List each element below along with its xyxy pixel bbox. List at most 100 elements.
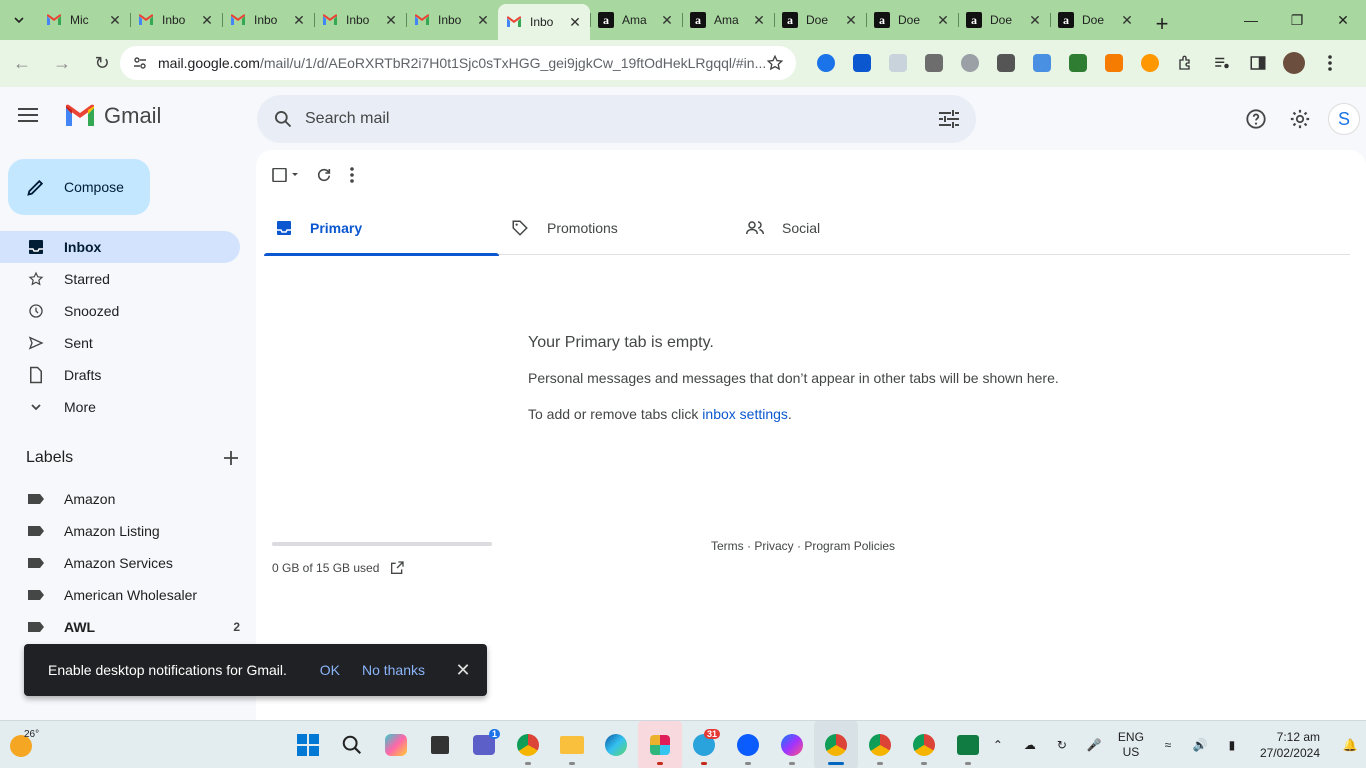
back-button[interactable]: ←: [4, 46, 40, 82]
tab-close-icon[interactable]: ✕: [476, 12, 490, 29]
chrome-profile-m-app[interactable]: [902, 721, 946, 768]
chrome-app[interactable]: [506, 721, 550, 768]
reload-button[interactable]: ↻: [84, 46, 120, 82]
extension-off-icon[interactable]: [916, 46, 952, 80]
tab-close-icon[interactable]: ✕: [844, 12, 858, 29]
refresh-button[interactable]: [316, 164, 332, 186]
tab-close-icon[interactable]: ✕: [568, 14, 582, 31]
start-button[interactable]: [286, 721, 330, 768]
extension-ok-icon[interactable]: [844, 46, 880, 80]
browser-tab[interactable]: a Ama ✕: [590, 4, 682, 36]
extension-icon[interactable]: [1024, 46, 1060, 80]
task-view-app[interactable]: [418, 721, 462, 768]
sidebar-item-inbox[interactable]: Inbox: [0, 231, 240, 263]
browser-tab[interactable]: Mic ✕: [38, 4, 130, 36]
sidebar-item-starred[interactable]: Starred: [0, 263, 240, 295]
search-bar[interactable]: [257, 95, 976, 143]
battery-icon[interactable]: ▮: [1216, 738, 1248, 752]
notification-bell-icon[interactable]: 🔔: [1334, 738, 1366, 752]
messenger-app[interactable]: [770, 721, 814, 768]
privacy-link[interactable]: Privacy: [754, 539, 793, 553]
sidebar-item-sent[interactable]: Sent: [0, 327, 240, 359]
chrome-profile-a-app[interactable]: [858, 721, 902, 768]
extension-globe-icon[interactable]: [952, 46, 988, 80]
select-all-checkbox[interactable]: [272, 164, 298, 186]
browser-tab[interactable]: Inbo ✕: [498, 4, 590, 40]
menu-kebab-icon[interactable]: [1312, 46, 1348, 80]
minimize-button[interactable]: —: [1228, 0, 1274, 40]
chrome-profile-app[interactable]: [814, 721, 858, 768]
browser-tab[interactable]: Inbo ✕: [314, 4, 406, 36]
extension-qr-icon[interactable]: [988, 46, 1024, 80]
label-item[interactable]: Amazon: [0, 483, 240, 515]
extensions-puzzle-icon[interactable]: [1168, 46, 1204, 80]
profile-avatar[interactable]: [1276, 46, 1312, 80]
more-options-button[interactable]: [350, 164, 354, 186]
file-explorer-app[interactable]: [550, 721, 594, 768]
tab-promotions[interactable]: Promotions: [499, 200, 734, 255]
tab-close-icon[interactable]: ✕: [660, 12, 674, 29]
support-button[interactable]: [1234, 97, 1278, 141]
tab-close-icon[interactable]: ✕: [936, 12, 950, 29]
tab-close-icon[interactable]: ✕: [200, 12, 214, 29]
terms-link[interactable]: Terms: [711, 539, 744, 553]
clock[interactable]: 7:12 am 27/02/2024: [1260, 729, 1320, 761]
media-control-icon[interactable]: [1204, 46, 1240, 80]
tab-search-button[interactable]: [0, 0, 38, 40]
tab-close-icon[interactable]: ✕: [384, 12, 398, 29]
bookmark-star-icon[interactable]: [766, 54, 784, 72]
browser-tab[interactable]: Inbo ✕: [130, 4, 222, 36]
close-window-button[interactable]: ✕: [1320, 0, 1366, 40]
add-label-icon[interactable]: [224, 451, 238, 465]
volume-icon[interactable]: 🔊: [1184, 738, 1216, 752]
sidebar-item-more[interactable]: More: [0, 391, 240, 423]
browser-tab[interactable]: a Doe ✕: [958, 4, 1050, 36]
search-input[interactable]: [305, 110, 938, 128]
label-item[interactable]: Amazon Services: [0, 547, 240, 579]
sidebar-item-drafts[interactable]: Drafts: [0, 359, 240, 391]
snackbar-no-thanks-button[interactable]: No thanks: [362, 662, 425, 678]
tab-close-icon[interactable]: ✕: [1028, 12, 1042, 29]
extension-icon[interactable]: [880, 46, 916, 80]
new-tab-button[interactable]: +: [1146, 8, 1178, 40]
tab-social[interactable]: Social: [734, 200, 969, 255]
external-link-icon[interactable]: [389, 560, 405, 576]
tab-close-icon[interactable]: ✕: [292, 12, 306, 29]
edge-app[interactable]: [594, 721, 638, 768]
label-item[interactable]: Amazon Listing: [0, 515, 240, 547]
wifi-icon[interactable]: ≈: [1152, 738, 1184, 752]
zoom-app[interactable]: [726, 721, 770, 768]
search-options-icon[interactable]: [938, 109, 960, 129]
onedrive-icon[interactable]: ☁: [1014, 738, 1046, 752]
settings-button[interactable]: [1278, 97, 1322, 141]
tab-primary[interactable]: Primary: [264, 200, 499, 256]
weather-widget[interactable]: 26°: [10, 729, 39, 759]
snackbar-close-icon[interactable]: ✕: [451, 660, 475, 681]
main-menu-button[interactable]: [18, 107, 54, 131]
label-item[interactable]: AWL 2: [0, 611, 240, 643]
sync-icon[interactable]: ↻: [1046, 738, 1078, 752]
account-button[interactable]: S: [1322, 97, 1366, 141]
extension-icon[interactable]: [808, 46, 844, 80]
browser-tab[interactable]: Inbo ✕: [222, 4, 314, 36]
telegram-app[interactable]: 31: [682, 721, 726, 768]
browser-tab[interactable]: a Doe ✕: [1050, 4, 1142, 36]
tab-close-icon[interactable]: ✕: [108, 12, 122, 29]
extension-rs-icon[interactable]: [1060, 46, 1096, 80]
restore-button[interactable]: ❐: [1274, 0, 1320, 40]
browser-tab[interactable]: a Ama ✕: [682, 4, 774, 36]
address-bar[interactable]: mail.google.com/mail/u/1/d/AEoRXRTbR2i7H…: [120, 46, 796, 80]
sidebar-item-snoozed[interactable]: Snoozed: [0, 295, 240, 327]
microphone-icon[interactable]: 🎤: [1078, 738, 1110, 752]
label-item[interactable]: American Wholesaler: [0, 579, 240, 611]
tab-close-icon[interactable]: ✕: [752, 12, 766, 29]
taskbar-search-button[interactable]: [330, 721, 374, 768]
browser-tab[interactable]: a Doe ✕: [774, 4, 866, 36]
forward-button[interactable]: →: [44, 46, 80, 82]
tab-close-icon[interactable]: ✕: [1120, 12, 1134, 29]
slack-app[interactable]: [638, 721, 682, 768]
browser-tab[interactable]: a Doe ✕: [866, 4, 958, 36]
copilot-app[interactable]: [374, 721, 418, 768]
inbox-settings-link[interactable]: inbox settings: [702, 406, 788, 422]
side-panel-icon[interactable]: [1240, 46, 1276, 80]
